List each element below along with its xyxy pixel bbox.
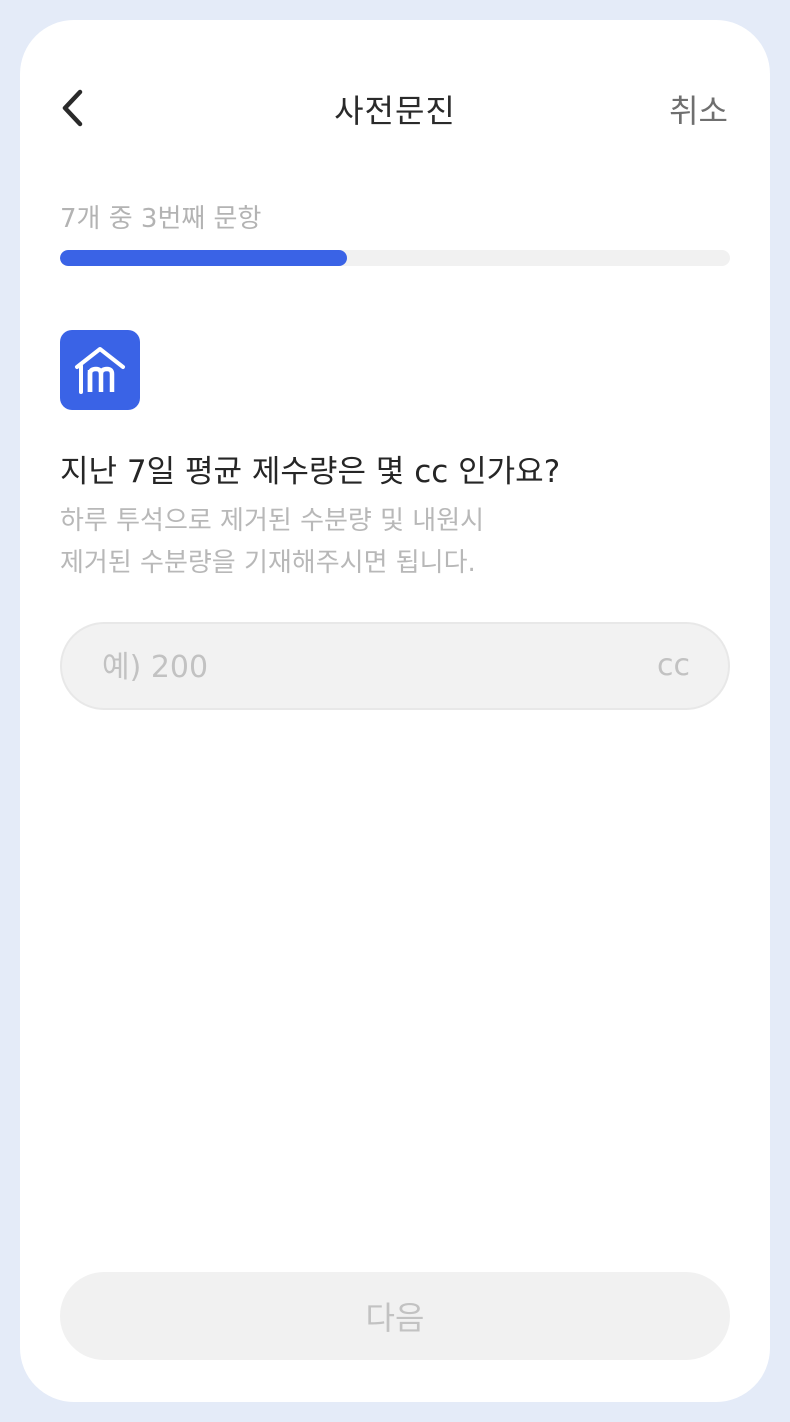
helper-line-2: 제거된 수분량을 기재해주시면 됩니다. — [60, 548, 476, 578]
next-button[interactable]: 다음 — [60, 1272, 730, 1360]
progress-bar-fill — [60, 250, 348, 266]
page-title: 사전문진 — [334, 92, 456, 130]
app-screen: 사전문진 취소 7개 중 3번째 문항 지난 7일 평균 제수량은 몇 cc 인… — [20, 20, 770, 1402]
amount-input-container: cc — [60, 622, 730, 710]
amount-input[interactable] — [100, 624, 624, 710]
home-m-logo-icon — [60, 330, 140, 410]
cancel-button[interactable]: 취소 — [669, 86, 728, 132]
progress-bar — [60, 250, 730, 266]
progress-label: 7개 중 3번째 문항 — [60, 204, 262, 234]
question-helper-text: 하루 투석으로 제거된 수분량 및 내원시 제거된 수분량을 기재해주시면 됩니… — [60, 500, 660, 584]
helper-line-1: 하루 투석으로 제거된 수분량 및 내원시 — [60, 506, 485, 536]
device-frame: 사전문진 취소 7개 중 3번째 문항 지난 7일 평균 제수량은 몇 cc 인… — [0, 0, 790, 1422]
unit-label: cc — [657, 648, 690, 683]
question-title: 지난 7일 평균 제수량은 몇 cc 인가요? — [60, 454, 561, 490]
